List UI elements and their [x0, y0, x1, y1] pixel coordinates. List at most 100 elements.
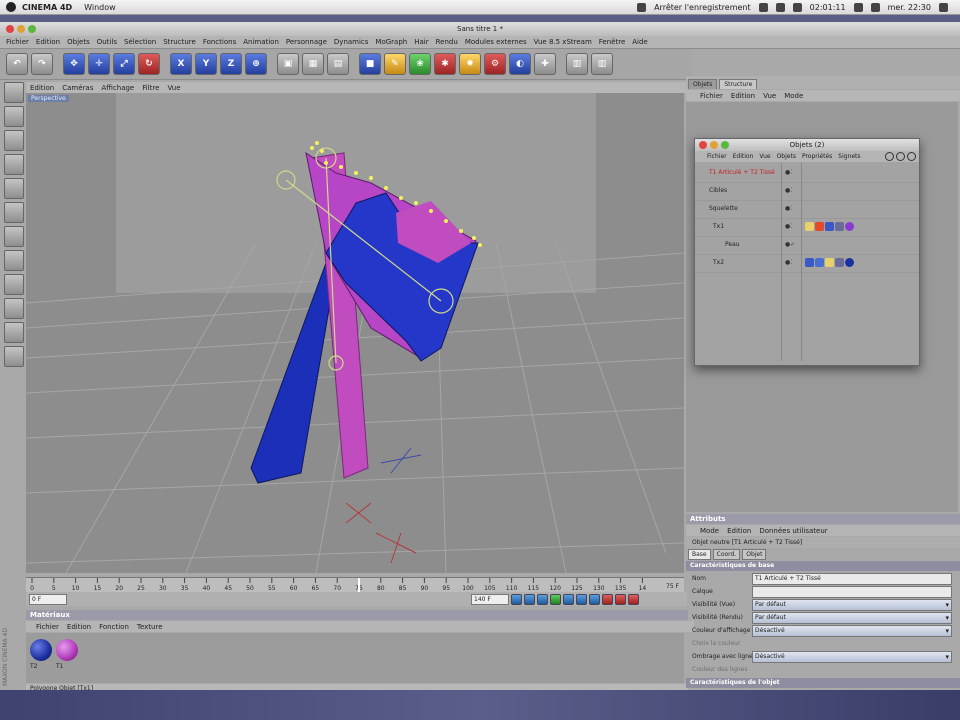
materials-menu-fonction[interactable]: Fonction	[99, 623, 129, 631]
attributes-menu-mode[interactable]: Mode	[700, 527, 719, 535]
tab-objets[interactable]: Objets	[688, 79, 718, 89]
render-region-icon[interactable]: ▦	[302, 53, 324, 75]
visibility-toggle-icon[interactable]: ●⁚	[785, 223, 792, 230]
axis-y-button[interactable]: Y	[195, 53, 217, 75]
uvw-tag-2-icon[interactable]	[825, 258, 834, 267]
visibility-render-dropdown[interactable]: Par défaut	[752, 612, 952, 624]
texture-mode-icon[interactable]	[4, 154, 24, 175]
rotate-icon[interactable]: ↻	[138, 53, 160, 75]
uvw-tag-icon[interactable]	[805, 222, 814, 231]
list-item[interactable]: Tx1 ●⁚	[695, 219, 919, 237]
coordinate-system-icon[interactable]: ⊕	[245, 53, 267, 75]
first-frame-icon[interactable]	[511, 593, 522, 605]
tweak-mode-icon[interactable]	[4, 274, 24, 295]
menu-selection[interactable]: Sélection	[124, 38, 156, 46]
objects-menu-signets[interactable]: Signets	[838, 153, 860, 160]
menu-animation[interactable]: Animation	[243, 38, 279, 46]
display-color-dropdown[interactable]: Désactivé	[752, 625, 952, 637]
layer-field[interactable]	[752, 586, 952, 598]
material-tag-icon[interactable]	[815, 222, 824, 231]
object-name[interactable]: T1 Articulé + T2 Tissé	[709, 169, 775, 176]
material-tag-2-icon[interactable]	[815, 258, 824, 267]
array-icon[interactable]: ✱	[434, 53, 456, 75]
end-frame-field[interactable]: 140 F	[471, 593, 509, 605]
bluetooth-icon[interactable]	[792, 2, 802, 12]
menu-window[interactable]: Window	[84, 3, 116, 12]
visibility-view-dropdown[interactable]: Par défaut	[752, 599, 952, 611]
checker-2-icon[interactable]	[4, 322, 24, 343]
axis-z-button[interactable]: Z	[220, 53, 242, 75]
menu-rendu[interactable]: Rendu	[436, 38, 458, 46]
viewport-menu-edition[interactable]: Edition	[30, 84, 54, 92]
visibility-toggle-icon[interactable]: ●⁚	[785, 205, 792, 212]
objects-menu-edition[interactable]: Edition	[733, 153, 754, 160]
structure-menu-edition[interactable]: Edition	[731, 92, 755, 100]
prev-key-icon[interactable]	[524, 593, 535, 605]
battery-icon[interactable]	[870, 2, 880, 12]
render-view-icon[interactable]: ▣	[277, 53, 299, 75]
undo-icon[interactable]: ↶	[6, 53, 28, 75]
edges-mode-icon[interactable]	[4, 202, 24, 223]
menu-fenetre[interactable]: Fenêtre	[599, 38, 625, 46]
start-frame-field[interactable]: 0 F	[29, 593, 67, 605]
playhead[interactable]	[358, 578, 360, 592]
home-icon[interactable]	[896, 152, 905, 161]
object-name[interactable]: Tx1	[713, 223, 724, 230]
clock[interactable]: mer. 22:30	[888, 3, 931, 12]
menu-structure[interactable]: Structure	[163, 38, 196, 46]
weight-tag-icon[interactable]	[835, 222, 844, 231]
polygons-mode-icon[interactable]	[4, 226, 24, 247]
objects-menu-fichier[interactable]: Fichier	[707, 153, 727, 160]
timeline-ruler[interactable]: 0510152025303540455055606570758085909510…	[26, 577, 684, 592]
attributes-menu-user-data[interactable]: Données utilisateur	[759, 527, 827, 535]
perspective-viewport[interactable]: Perspective	[26, 93, 684, 573]
menu-modules[interactable]: Modules externes	[465, 38, 527, 46]
phong-tag-icon[interactable]	[825, 222, 834, 231]
volume-icon[interactable]	[853, 2, 863, 12]
list-item[interactable]: T1 Articulé + T2 Tissé ●⁚	[695, 165, 919, 183]
viewport-menu-cameras[interactable]: Caméras	[62, 84, 93, 92]
materials-menu-edition[interactable]: Edition	[67, 623, 91, 631]
visibility-toggle-icon[interactable]: ●⁚	[785, 259, 792, 266]
model-mode-icon[interactable]	[4, 106, 24, 127]
app-name[interactable]: CINEMA 4D	[22, 3, 72, 12]
viewport-menu-filtre[interactable]: Filtre	[142, 84, 159, 92]
materials-menu-texture[interactable]: Texture	[137, 623, 163, 631]
search-icon[interactable]	[885, 152, 894, 161]
texture-tag-2-icon[interactable]	[845, 258, 854, 267]
record-icon[interactable]	[637, 2, 647, 12]
materials-menu-fichier[interactable]: Fichier	[36, 623, 59, 631]
structure-menu-fichier[interactable]: Fichier	[700, 92, 723, 100]
list-item[interactable]: Tx2 ●⁚	[695, 255, 919, 273]
wifi-icon[interactable]	[775, 2, 785, 12]
tab-objet[interactable]: Objet	[742, 549, 767, 560]
menu-aide[interactable]: Aide	[632, 38, 647, 46]
viewport-menu-affichage[interactable]: Affichage	[101, 84, 134, 92]
material-t2-swatch[interactable]	[30, 639, 52, 661]
checker-icon[interactable]	[4, 298, 24, 319]
next-key-icon[interactable]	[576, 593, 587, 605]
close-window-icon[interactable]	[6, 25, 14, 33]
axis-mode-icon[interactable]	[4, 250, 24, 271]
menu-vue[interactable]: Vue 8.5 xStream	[534, 38, 592, 46]
deformer-icon[interactable]: ⚙	[484, 53, 506, 75]
structure-menu-mode[interactable]: Mode	[784, 92, 803, 100]
menu-fonctions[interactable]: Fonctions	[203, 38, 236, 46]
viewport-menu-vue[interactable]: Vue	[167, 84, 180, 92]
spotlight-icon[interactable]	[939, 2, 948, 12]
menu-hair[interactable]: Hair	[414, 38, 428, 46]
play-icon[interactable]	[550, 593, 561, 605]
recording-status[interactable]: Arrêter l'enregistrement	[654, 3, 751, 12]
visibility-toggle-icon[interactable]: ●⁚	[785, 169, 792, 176]
tab-base[interactable]: Base	[688, 549, 711, 560]
material-t1-swatch[interactable]	[56, 639, 78, 661]
name-field[interactable]: T1 Articulé + T2 Tissé	[752, 573, 952, 585]
live-select-icon[interactable]: ✥	[63, 53, 85, 75]
menu-personnage[interactable]: Personnage	[286, 38, 327, 46]
layout-icon[interactable]: ▥	[566, 53, 588, 75]
snap-icon[interactable]	[4, 346, 24, 367]
list-item[interactable]: Cibles ●⁚	[695, 183, 919, 201]
last-frame-icon[interactable]	[589, 593, 600, 605]
objects-minimize-icon[interactable]	[710, 141, 718, 149]
layout-2-icon[interactable]: ▥	[591, 53, 613, 75]
